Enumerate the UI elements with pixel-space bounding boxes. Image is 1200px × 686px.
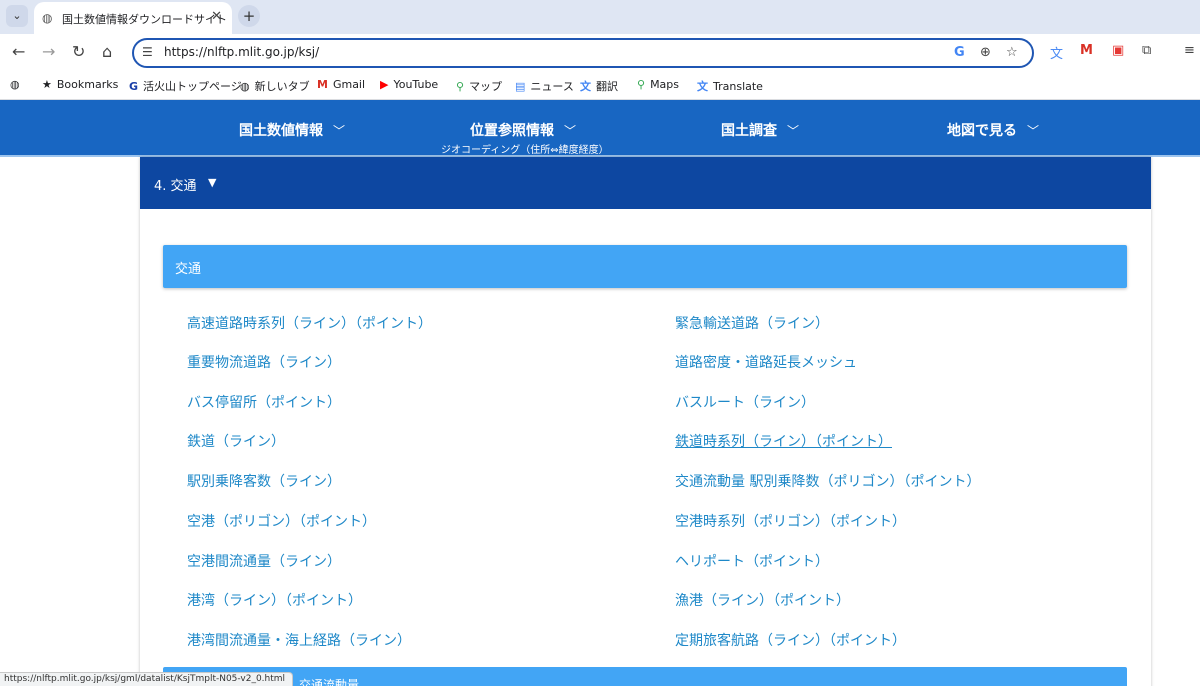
- nav-item-national-survey[interactable]: 国土調査 ﹀: [721, 120, 799, 140]
- google-lens-icon[interactable]: G: [954, 45, 965, 60]
- tab-title: 国土数値情報ダウンロードサイト: [62, 13, 227, 26]
- browser-toolbar: ← → ↻ ⌂ ☰ https://nlftp.mlit.go.jp/ksj/ …: [0, 34, 1200, 72]
- bookmark-item[interactable]: ◍ 新しいタブ: [240, 78, 310, 94]
- nav-item-location-ref[interactable]: 位置参照情報 ﹀: [470, 120, 576, 140]
- nav-item-map-view[interactable]: 地図で見る ﹀: [947, 120, 1039, 140]
- card-header: 交通: [163, 245, 1127, 288]
- site-info-icon[interactable]: ☰: [142, 45, 153, 59]
- dataset-link[interactable]: 空港間流通量（ライン）: [187, 551, 341, 571]
- dataset-link[interactable]: 空港（ポリゴン）（ポイント）: [187, 511, 376, 531]
- bookmark-item[interactable]: ▶ YouTube: [380, 78, 438, 91]
- url-text[interactable]: https://nlftp.mlit.go.jp/ksj/: [164, 45, 319, 59]
- dataset-link[interactable]: 高速道路時系列（ライン）（ポイント）: [187, 313, 432, 333]
- dataset-link[interactable]: バスルート（ライン）: [675, 392, 815, 412]
- tab-strip: ⌄ ◍ 国土数値情報ダウンロードサイト ✕ +: [0, 0, 1200, 34]
- bookmark-item[interactable]: ▤ ニュース: [515, 78, 574, 94]
- site-nav: 国土数値情報 ﹀ 位置参照情報 ﹀ ジオコーディング（住所⇔緯度経度） 国土調査 ﹀ …: [0, 100, 1200, 157]
- maps-pin-icon: ⚲: [637, 78, 646, 91]
- menu-icon[interactable]: ≡: [1184, 43, 1195, 58]
- dataset-link[interactable]: 漁港（ライン）（ポイント）: [675, 590, 850, 610]
- nav-item-ksj[interactable]: 国土数値情報 ﹀: [239, 120, 345, 140]
- zoom-icon[interactable]: ⊕: [980, 45, 991, 60]
- tab-search-button[interactable]: ⌄: [6, 5, 28, 27]
- gmail-extension-icon[interactable]: M: [1080, 43, 1093, 58]
- forward-icon[interactable]: →: [42, 42, 55, 61]
- reload-icon[interactable]: ↻: [72, 42, 85, 61]
- bookmark-item[interactable]: ⚲ マップ: [456, 78, 502, 94]
- caret-down-icon: ▼: [208, 176, 217, 189]
- chevron-down-icon: ﹀: [333, 124, 346, 138]
- chevron-down-icon: ﹀: [564, 124, 577, 138]
- globe-icon: ◍: [42, 11, 53, 25]
- chevron-down-icon: ﹀: [787, 124, 800, 138]
- puzzle-icon[interactable]: ⧉: [1142, 43, 1151, 58]
- dataset-link[interactable]: 鉄道（ライン）: [187, 431, 285, 451]
- dataset-link-hovered[interactable]: 鉄道時系列（ライン）（ポイント）: [675, 431, 892, 451]
- section-header[interactable]: 4. 交通 ▼: [140, 157, 1151, 209]
- bookmark-item[interactable]: 文翻訳: [580, 78, 618, 94]
- gmail-icon: M: [317, 78, 328, 91]
- youtube-icon: ▶: [380, 78, 389, 91]
- g-icon: G: [129, 80, 139, 93]
- news-icon: ▤: [515, 80, 526, 93]
- section-title: 4. 交通: [154, 179, 197, 194]
- translate-icon: 文: [697, 80, 708, 93]
- new-tab-button[interactable]: +: [238, 5, 260, 27]
- bookmark-item[interactable]: 文 Translate: [697, 78, 763, 94]
- translate-extension-icon[interactable]: 文: [1050, 43, 1063, 62]
- star-icon: ★: [42, 78, 52, 91]
- dataset-link[interactable]: 空港時系列（ポリゴン）（ポイント）: [675, 511, 906, 531]
- bookmark-star-icon[interactable]: ☆: [1006, 45, 1018, 60]
- content-panel: 4. 交通 ▼ 交通 高速道路時系列（ライン）（ポイント） 重要物流道路（ライン…: [140, 157, 1151, 686]
- next-card-header: 交通流動量: [163, 667, 1127, 686]
- maps-pin-icon: ⚲: [456, 80, 465, 93]
- dataset-link[interactable]: 道路密度・道路延長メッシュ: [675, 352, 857, 372]
- dataset-link[interactable]: バス停留所（ポイント）: [187, 392, 341, 412]
- home-icon[interactable]: ⌂: [102, 42, 112, 61]
- bookmark-item[interactable]: ⚲ Maps: [637, 78, 679, 91]
- extension-icon[interactable]: ▣: [1112, 43, 1124, 58]
- dataset-link[interactable]: ヘリポート（ポイント）: [675, 551, 829, 571]
- next-card-title: 交通流動量: [299, 678, 360, 686]
- card-title: 交通: [175, 262, 202, 277]
- dataset-link[interactable]: 交通流動量 駅別乗降数（ポリゴン）（ポイント）: [675, 471, 980, 491]
- back-icon[interactable]: ←: [12, 42, 25, 61]
- chevron-down-icon: ﹀: [1027, 124, 1040, 138]
- globe-icon: ◍: [240, 80, 250, 93]
- bookmark-item[interactable]: M Gmail: [317, 78, 365, 91]
- address-bar[interactable]: ☰ https://nlftp.mlit.go.jp/ksj/ G ⊕ ☆: [132, 38, 1034, 68]
- dataset-link[interactable]: 駅別乗降客数（ライン）: [187, 471, 341, 491]
- dataset-link[interactable]: 港湾間流通量・海上経路（ライン）: [187, 630, 411, 650]
- bookmarks-bar: ◍ ★ Bookmarks G 活火山トップページ ◍ 新しいタブ M Gmail ▶ Y…: [0, 72, 1200, 100]
- translate-icon: 文: [580, 80, 591, 93]
- nav-item-subtitle: ジオコーディング（住所⇔緯度経度）: [441, 145, 609, 156]
- status-bar-url: https://nlftp.mlit.go.jp/ksj/gml/datalis…: [0, 672, 293, 686]
- dataset-link[interactable]: 定期旅客航路（ライン）（ポイント）: [675, 630, 906, 650]
- globe-icon[interactable]: ◍: [10, 78, 20, 91]
- dataset-link[interactable]: 港湾（ライン）（ポイント）: [187, 590, 362, 610]
- dataset-link[interactable]: 重要物流道路（ライン）: [187, 352, 341, 372]
- bookmark-item[interactable]: G 活火山トップページ: [129, 78, 242, 94]
- bookmark-item[interactable]: ★ Bookmarks: [42, 78, 118, 91]
- dataset-link[interactable]: 緊急輸送道路（ライン）: [675, 313, 829, 333]
- web-page: 国土数値情報 ﹀ 位置参照情報 ﹀ ジオコーディング（住所⇔緯度経度） 国土調査 ﹀ …: [0, 100, 1200, 686]
- browser-tab[interactable]: ◍ 国土数値情報ダウンロードサイト ✕: [34, 2, 232, 34]
- close-icon[interactable]: ✕: [211, 9, 222, 24]
